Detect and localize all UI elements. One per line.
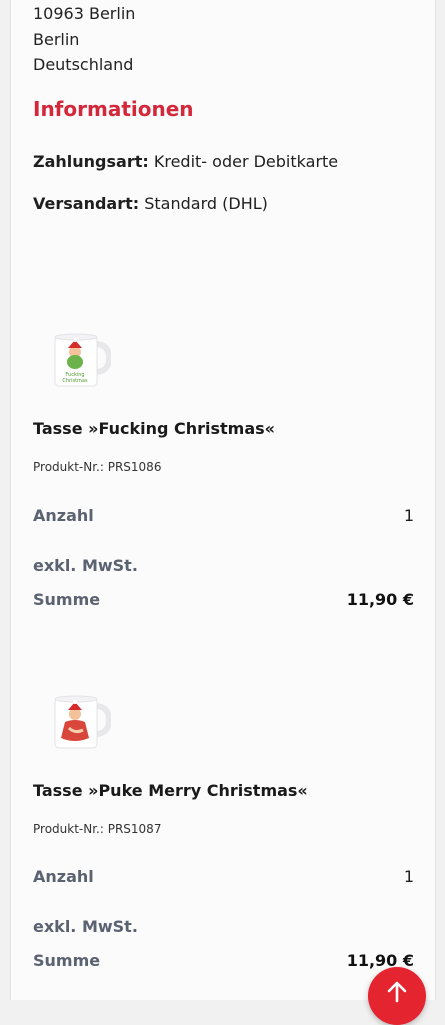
product-sku: Produkt-Nr.: PRS1086 [33, 460, 162, 474]
product-image-mug-2[interactable] [51, 692, 113, 754]
product-sku: Produkt-Nr.: PRS1087 [33, 822, 162, 836]
mug-icon: Fucking Christmas [54, 333, 113, 387]
quantity-value: 1 [403, 867, 414, 886]
sum-label: Summe [33, 951, 101, 970]
product-name[interactable]: Tasse »Fucking Christmas« [33, 419, 275, 438]
shipping-value: Standard (DHL) [144, 194, 268, 213]
order-details-panel: 10963 Berlin Berlin Deutschland Informat… [10, 0, 436, 1000]
mug-icon [54, 695, 113, 749]
sum-value: 11,90 € [346, 590, 414, 609]
payment-method: Zahlungsart: Kredit- oder Debitkarte [33, 152, 338, 171]
address-line-2: Berlin [33, 30, 80, 49]
product-image-mug-1[interactable]: Fucking Christmas [51, 330, 113, 392]
payment-value: Kredit- oder Debitkarte [153, 152, 339, 171]
address-line-1: 10963 Berlin [33, 4, 136, 23]
tax-label: exkl. MwSt. [33, 917, 138, 936]
address-line-3: Deutschland [33, 55, 134, 74]
shipping-label: Versandart: [33, 194, 140, 213]
svg-text:Christmas: Christmas [62, 378, 88, 384]
product-name[interactable]: Tasse »Puke Merry Christmas« [33, 781, 308, 800]
scroll-to-top-button[interactable] [368, 967, 426, 1025]
payment-label: Zahlungsart: [33, 152, 149, 171]
quantity-label: Anzahl [33, 867, 94, 886]
sum-label: Summe [33, 590, 101, 609]
section-title-informationen: Informationen [33, 97, 194, 121]
shipping-method: Versandart: Standard (DHL) [33, 194, 268, 213]
quantity-value: 1 [403, 506, 414, 525]
quantity-label: Anzahl [33, 506, 94, 525]
tax-label: exkl. MwSt. [33, 556, 138, 575]
